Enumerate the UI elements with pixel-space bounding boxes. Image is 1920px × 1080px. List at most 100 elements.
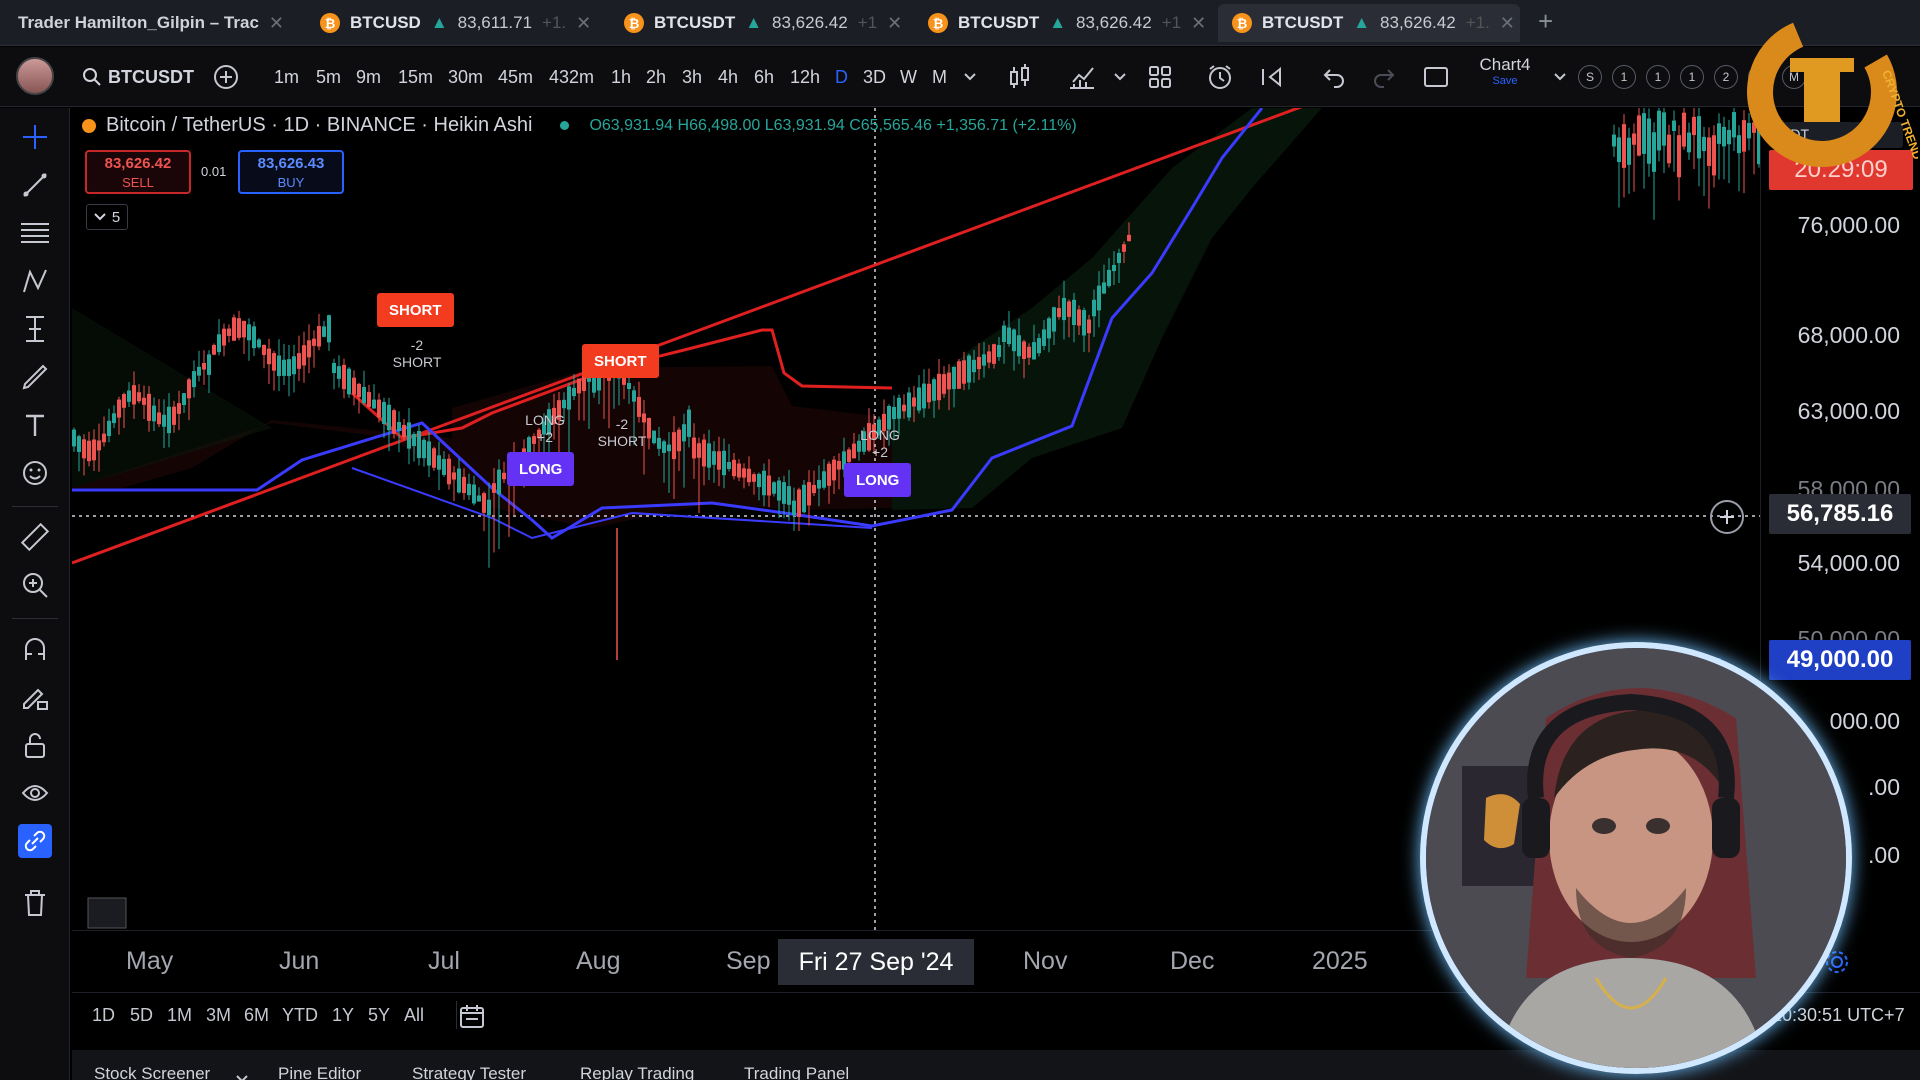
- candle-body: [982, 354, 986, 366]
- watchlist-badge[interactable]: S: [1578, 65, 1602, 89]
- undo-icon[interactable]: [1320, 63, 1348, 91]
- candle-body: [77, 436, 81, 452]
- range-5d-button[interactable]: 5D: [130, 1005, 153, 1026]
- link-icon[interactable]: [18, 824, 52, 858]
- interval-d-active[interactable]: D: [835, 47, 848, 107]
- candles-chart-type-icon[interactable]: [1006, 63, 1034, 91]
- chart-legend: Bitcoin / TetherUS · 1D · BINANCE · Heik…: [82, 114, 1077, 137]
- pattern-icon[interactable]: [18, 264, 52, 298]
- range-3m-button[interactable]: 3M: [206, 1005, 231, 1026]
- watchlist-badge[interactable]: 1: [1612, 65, 1636, 89]
- horizontal-lines-icon[interactable]: [18, 216, 52, 250]
- lock-icon[interactable]: [18, 728, 52, 762]
- tab-replay-trading[interactable]: Replay Trading: [580, 1064, 694, 1080]
- ruler-icon[interactable]: [18, 520, 52, 554]
- candle-body: [812, 484, 816, 494]
- browser-tab-btcusdt-active[interactable]: ₿ BTCUSDT ▲ 83,626.42 +1. ✕: [1218, 4, 1520, 42]
- chart-toolbar: BTCUSDT 1m 5m 9m 15m 30m 45m 432m 1h 2h …: [0, 47, 1920, 107]
- avatar[interactable]: [16, 57, 54, 95]
- range-1y-button[interactable]: 1Y: [332, 1005, 354, 1026]
- alert-clock-icon[interactable]: [1206, 63, 1234, 91]
- trend-line-icon[interactable]: [18, 168, 52, 202]
- interval-w[interactable]: W: [900, 47, 917, 107]
- layout-name-button[interactable]: Chart4 Save: [1470, 55, 1540, 87]
- sell-button[interactable]: 83,626.42 SELL: [85, 150, 191, 194]
- interval-4h[interactable]: 4h: [718, 47, 738, 107]
- price-tick: .00: [1868, 774, 1900, 800]
- close-icon[interactable]: ✕: [576, 13, 591, 34]
- interval-45m[interactable]: 45m: [498, 47, 533, 107]
- interval-1m[interactable]: 1m: [274, 47, 299, 107]
- candle-body: [942, 374, 946, 394]
- interval-432m[interactable]: 432m: [549, 47, 594, 107]
- replay-icon[interactable]: [1258, 63, 1286, 91]
- pencil-lock-icon[interactable]: [18, 680, 52, 714]
- interval-30m[interactable]: 30m: [448, 47, 483, 107]
- fib-tool-icon[interactable]: [18, 312, 52, 346]
- range-6m-button[interactable]: 6M: [244, 1005, 269, 1026]
- candle-body: [742, 468, 746, 478]
- interval-2h[interactable]: 2h: [646, 47, 666, 107]
- indicators-icon[interactable]: [1068, 63, 1096, 91]
- chevron-down-icon[interactable]: [956, 63, 984, 91]
- interval-m[interactable]: M: [932, 47, 947, 107]
- range-1d-button[interactable]: 1D: [92, 1005, 115, 1026]
- symbol-search-button[interactable]: BTCUSDT: [82, 47, 194, 107]
- interval-5m[interactable]: 5m: [316, 47, 341, 107]
- redo-icon[interactable]: [1370, 63, 1398, 91]
- watchlist-badge[interactable]: 1: [1646, 65, 1670, 89]
- tab-strategy-tester[interactable]: Strategy Tester: [412, 1064, 526, 1080]
- tab-stock-screener[interactable]: Stock Screener: [94, 1064, 210, 1080]
- candle-body: [152, 405, 156, 422]
- eye-icon[interactable]: [18, 776, 52, 810]
- trash-icon[interactable]: [18, 886, 52, 920]
- add-alert-plus-icon[interactable]: [1710, 500, 1744, 534]
- close-icon[interactable]: ✕: [1191, 13, 1204, 34]
- add-symbol-icon[interactable]: [212, 63, 240, 91]
- browser-tab-profile[interactable]: Trader Hamilton_Gilpin – Trac ✕: [4, 4, 294, 42]
- range-all-button[interactable]: All: [404, 1005, 424, 1026]
- interval-15m[interactable]: 15m: [398, 47, 433, 107]
- new-tab-icon[interactable]: +: [1538, 6, 1553, 37]
- close-icon[interactable]: ✕: [887, 13, 900, 34]
- candle-body: [1087, 319, 1091, 334]
- close-icon[interactable]: ✕: [269, 13, 284, 34]
- tab-trading-panel[interactable]: Trading Panel: [744, 1064, 849, 1080]
- browser-tab-btcusdt-1[interactable]: ₿ BTCUSDT ▲ 83,626.42 +1 ✕: [610, 4, 900, 42]
- utc-clock[interactable]: 10:30:51 UTC+7: [1772, 1005, 1905, 1026]
- close-icon[interactable]: ✕: [1500, 13, 1515, 34]
- interval-3h[interactable]: 3h: [682, 47, 702, 107]
- text-tool-icon[interactable]: [18, 408, 52, 442]
- short-signal-label: SHORT: [377, 293, 454, 327]
- brush-icon[interactable]: [18, 360, 52, 394]
- watchlist-badge[interactable]: 1: [1680, 65, 1704, 89]
- browser-tab-btcusdt-2[interactable]: ₿ BTCUSDT ▲ 83,626.42 +1 ✕: [914, 4, 1204, 42]
- indicator-collapse-toggle[interactable]: 5: [86, 204, 128, 230]
- candle-body: [1122, 244, 1126, 252]
- candle-body: [707, 443, 711, 468]
- browser-tab-btcusd[interactable]: ₿ BTCUSD ▲ 83,611.71 +1. ✕: [306, 4, 596, 42]
- tab-pine-editor[interactable]: Pine Editor: [278, 1064, 361, 1080]
- candle-body: [1022, 341, 1026, 359]
- chevron-down-icon[interactable]: [1106, 63, 1134, 91]
- interval-9m[interactable]: 9m: [356, 47, 381, 107]
- range-ytd-button[interactable]: YTD: [282, 1005, 318, 1026]
- chevron-down-icon[interactable]: [236, 1070, 248, 1080]
- zoom-in-icon[interactable]: [18, 568, 52, 602]
- interval-3d[interactable]: 3D: [863, 47, 886, 107]
- interval-6h[interactable]: 6h: [754, 47, 774, 107]
- candle-body: [822, 471, 826, 488]
- layouts-grid-icon[interactable]: [1146, 63, 1174, 91]
- magnet-icon[interactable]: [18, 632, 52, 666]
- buy-button[interactable]: 83,626.43 BUY: [238, 150, 344, 194]
- calendar-icon[interactable]: [458, 1002, 486, 1035]
- range-5y-button[interactable]: 5Y: [368, 1005, 390, 1026]
- fullscreen-icon[interactable]: [1422, 63, 1450, 91]
- chevron-down-icon[interactable]: [1546, 63, 1574, 91]
- interval-12h[interactable]: 12h: [790, 47, 820, 107]
- crosshair-icon[interactable]: [18, 120, 52, 154]
- interval-1h[interactable]: 1h: [611, 47, 631, 107]
- range-1m-button[interactable]: 1M: [167, 1005, 192, 1026]
- watchlist-badge[interactable]: 2: [1714, 65, 1738, 89]
- emoji-icon[interactable]: [18, 456, 52, 490]
